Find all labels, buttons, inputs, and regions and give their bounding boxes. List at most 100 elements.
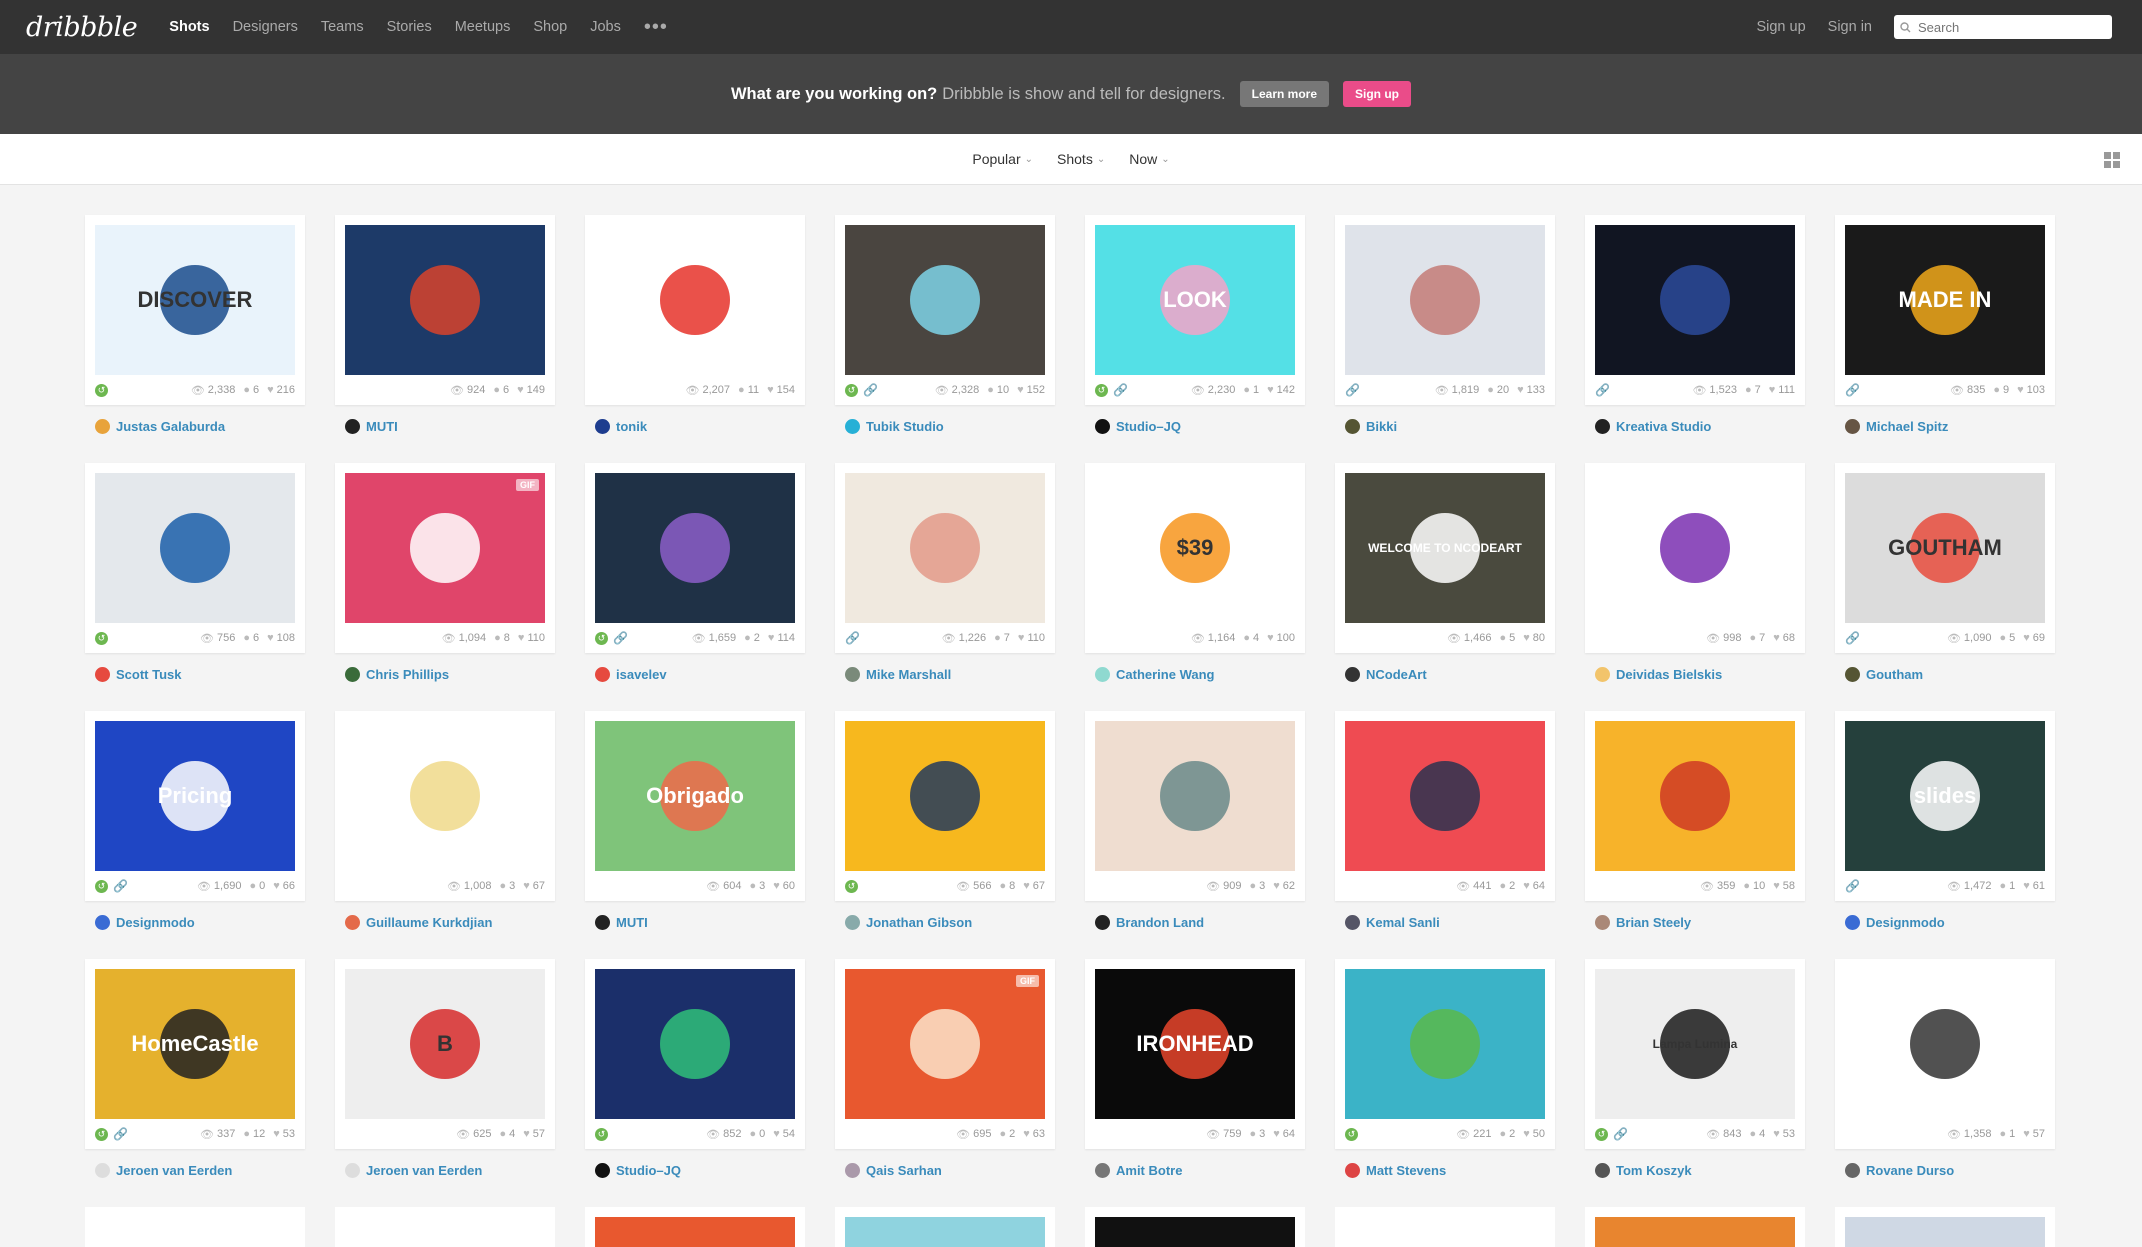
rebound-icon[interactable]: ↺ xyxy=(845,383,858,397)
nav-link-teams[interactable]: Teams xyxy=(321,19,364,35)
attachment-icon[interactable]: 🔗 xyxy=(113,1127,128,1141)
author-name[interactable]: NCodeArt xyxy=(1366,667,1427,682)
shot-card[interactable]: 👁 1,358 ● 1 ♥ 57 xyxy=(1835,959,2055,1149)
shot-author[interactable]: Designmodo xyxy=(1835,913,2055,931)
shot-card[interactable]: WELCOME TO NCODEART 👁 1,466 ● 5 ♥ 80 xyxy=(1335,463,1555,653)
avatar[interactable] xyxy=(345,1162,360,1178)
likes-count[interactable]: ♥ 67 xyxy=(523,880,545,892)
author-name[interactable]: Designmodo xyxy=(1866,915,1945,930)
rebound-icon[interactable]: ↺ xyxy=(1595,1127,1608,1141)
author-name[interactable]: Amit Botre xyxy=(1116,1163,1182,1178)
avatar[interactable] xyxy=(1845,666,1860,682)
author-name[interactable]: Qais Sarhan xyxy=(866,1163,942,1178)
shot-author[interactable]: Designmodo xyxy=(85,913,305,931)
shot-author[interactable]: Rovane Durso xyxy=(1835,1161,2055,1179)
shot-author[interactable]: Studio–JQ xyxy=(585,1161,805,1179)
sign-up-link[interactable]: Sign up xyxy=(1756,19,1805,35)
avatar[interactable] xyxy=(1845,1162,1860,1178)
likes-count[interactable]: ♥ 108 xyxy=(267,632,295,644)
shot-card[interactable]: Lampa Lumina ↺ 🔗 👁 843 ● 4 ♥ 53 xyxy=(1585,959,1805,1149)
avatar[interactable] xyxy=(95,914,110,930)
author-name[interactable]: Tubik Studio xyxy=(866,419,944,434)
shot-card[interactable]: 👁 924 ● 6 ♥ 149 xyxy=(335,215,555,405)
shot-card[interactable]: 🔗 👁 1,523 ● 7 ♥ 111 xyxy=(1585,215,1805,405)
shot-author[interactable]: Goutham xyxy=(1835,665,2055,683)
shot-author[interactable]: NCodeArt xyxy=(1335,665,1555,683)
nav-link-shots[interactable]: Shots xyxy=(169,19,209,35)
attachment-icon[interactable]: 🔗 xyxy=(613,631,628,645)
likes-count[interactable]: ♥ 61 xyxy=(2023,880,2045,892)
nav-link-jobs[interactable]: Jobs xyxy=(590,19,621,35)
search-box[interactable] xyxy=(1894,15,2112,39)
shot-author[interactable]: isavelev xyxy=(585,665,805,683)
shot-card[interactable] xyxy=(85,1207,305,1247)
shot-author[interactable]: Bikki xyxy=(1335,417,1555,435)
learn-more-button[interactable]: Learn more xyxy=(1239,81,1330,107)
author-name[interactable]: Brandon Land xyxy=(1116,915,1204,930)
shot-thumbnail[interactable] xyxy=(1345,721,1545,871)
shot-thumbnail[interactable] xyxy=(595,225,795,375)
avatar[interactable] xyxy=(845,1162,860,1178)
avatar[interactable] xyxy=(845,666,860,682)
likes-count[interactable]: ♥ 64 xyxy=(1273,1128,1295,1140)
attachment-icon[interactable]: 🔗 xyxy=(1845,879,1860,893)
author-name[interactable]: Studio–JQ xyxy=(1116,419,1181,434)
author-name[interactable]: MUTI xyxy=(366,419,398,434)
nav-link-meetups[interactable]: Meetups xyxy=(455,19,511,35)
avatar[interactable] xyxy=(595,666,610,682)
shot-author[interactable]: Matt Stevens xyxy=(1335,1161,1555,1179)
shot-author[interactable]: Jonathan Gibson xyxy=(835,913,1055,931)
shot-card[interactable]: GIF 👁 1,094 ● 8 ♥ 110 xyxy=(335,463,555,653)
shot-thumbnail[interactable] xyxy=(595,1217,795,1247)
likes-count[interactable]: ♥ 57 xyxy=(523,1128,545,1140)
shot-card[interactable]: Obrigado 👁 604 ● 3 ♥ 60 xyxy=(585,711,805,901)
grid-view-icon[interactable] xyxy=(2104,152,2120,168)
shot-card[interactable] xyxy=(1335,1207,1555,1247)
shot-card[interactable]: ↺ 👁 221 ● 2 ♥ 50 xyxy=(1335,959,1555,1149)
avatar[interactable] xyxy=(1845,418,1860,434)
likes-count[interactable]: ♥ 57 xyxy=(2023,1128,2045,1140)
shot-thumbnail[interactable]: GIF xyxy=(345,721,545,871)
avatar[interactable] xyxy=(1345,666,1360,682)
attachment-icon[interactable]: 🔗 xyxy=(1845,383,1860,397)
shot-author[interactable]: MUTI xyxy=(335,417,555,435)
author-name[interactable]: Jeroen van Eerden xyxy=(366,1163,482,1178)
rebound-icon[interactable]: ↺ xyxy=(95,631,108,645)
likes-count[interactable]: ♥ 216 xyxy=(267,384,295,396)
shot-card[interactable] xyxy=(835,1207,1055,1247)
likes-count[interactable]: ♥ 68 xyxy=(1773,632,1795,644)
avatar[interactable] xyxy=(595,418,610,434)
attachment-icon[interactable]: 🔗 xyxy=(113,879,128,893)
shot-card[interactable]: $39 👁 1,164 ● 4 ♥ 100 xyxy=(1085,463,1305,653)
shot-card[interactable]: ↺ 👁 756 ● 6 ♥ 108 xyxy=(85,463,305,653)
attachment-icon[interactable]: 🔗 xyxy=(1845,631,1860,645)
shot-author[interactable]: Jeroen van Eerden xyxy=(335,1161,555,1179)
shot-author[interactable]: Qais Sarhan xyxy=(835,1161,1055,1179)
shot-thumbnail[interactable] xyxy=(1845,1217,2045,1247)
author-name[interactable]: Chris Phillips xyxy=(366,667,449,682)
shot-thumbnail[interactable]: DISCOVER xyxy=(95,225,295,375)
author-name[interactable]: Rovane Durso xyxy=(1866,1163,1954,1178)
author-name[interactable]: Catherine Wang xyxy=(1116,667,1214,682)
likes-count[interactable]: ♥ 64 xyxy=(1523,880,1545,892)
shot-author[interactable]: Justas Galaburda xyxy=(85,417,305,435)
shot-card[interactable]: 👁 441 ● 2 ♥ 64 xyxy=(1335,711,1555,901)
avatar[interactable] xyxy=(595,1162,610,1178)
shot-thumbnail[interactable]: GIF xyxy=(845,969,1045,1119)
shot-author[interactable]: Chris Phillips xyxy=(335,665,555,683)
shot-card[interactable]: 👁 909 ● 3 ♥ 62 xyxy=(1085,711,1305,901)
time-filter[interactable]: Now ⌄ xyxy=(1129,151,1169,167)
shot-card[interactable]: 🔗 👁 1,226 ● 7 ♥ 110 xyxy=(835,463,1055,653)
shot-thumbnail[interactable] xyxy=(95,473,295,623)
shot-author[interactable]: Studio–JQ xyxy=(1085,417,1305,435)
shot-thumbnail[interactable] xyxy=(1345,969,1545,1119)
author-name[interactable]: Kreativa Studio xyxy=(1616,419,1711,434)
likes-count[interactable]: ♥ 53 xyxy=(1773,1128,1795,1140)
avatar[interactable] xyxy=(345,666,360,682)
avatar[interactable] xyxy=(1345,418,1360,434)
avatar[interactable] xyxy=(1345,1162,1360,1178)
shot-card[interactable]: ↺ 🔗 👁 2,328 ● 10 ♥ 152 xyxy=(835,215,1055,405)
avatar[interactable] xyxy=(845,418,860,434)
attachment-icon[interactable]: 🔗 xyxy=(1595,383,1610,397)
shot-card[interactable]: B 👁 625 ● 4 ♥ 57 xyxy=(335,959,555,1149)
